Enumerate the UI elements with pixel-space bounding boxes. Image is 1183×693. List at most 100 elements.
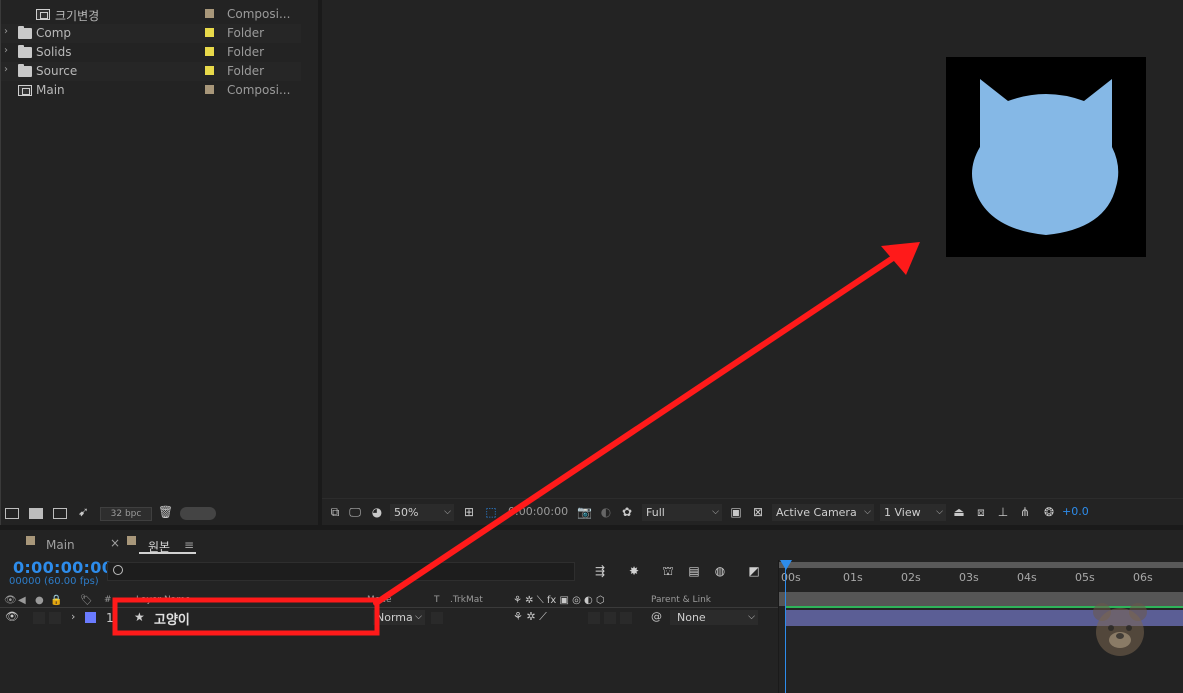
- project-item-3[interactable]: › Solids Folder: [1, 43, 301, 62]
- audio-switch-icon[interactable]: ◀: [18, 595, 26, 606]
- work-area-bar[interactable]: [779, 562, 1183, 568]
- project-item-5[interactable]: Main Composi...: [1, 81, 301, 100]
- project-item-name: Source: [36, 64, 78, 78]
- reset-exposure-icon[interactable]: ❂: [1042, 506, 1056, 518]
- timeline-divider[interactable]: [778, 560, 779, 693]
- frame-blend-switch[interactable]: [588, 612, 600, 624]
- viewer-toolbar: ⧉ 🖵 ◕ 50% ⌵ ⊞ ⬚ 0:00:00:00 📷 ◐ ✿ Full ⌵ ▣ …: [322, 498, 1183, 525]
- new-composition-icon[interactable]: [53, 508, 67, 519]
- project-item-name: Comp: [36, 26, 72, 40]
- label-color-swatch[interactable]: [205, 85, 214, 94]
- exposure-value[interactable]: +0.0: [1062, 505, 1089, 518]
- magnification-value: 50%: [394, 506, 419, 519]
- label-color-swatch[interactable]: [205, 47, 214, 56]
- layer-switches-icons[interactable]: ⚘ ✲ ⟋: [513, 610, 547, 624]
- expand-chevron-icon[interactable]: ›: [4, 26, 8, 37]
- expand-chevron-icon[interactable]: ›: [4, 45, 8, 56]
- label-color-swatch[interactable]: [205, 28, 214, 37]
- mask-visibility-icon[interactable]: ◕: [370, 506, 384, 518]
- lock-switch-icon[interactable]: 🔒: [50, 595, 62, 606]
- label-icon[interactable]: 🏷: [80, 595, 93, 606]
- resolution-dropdown[interactable]: Full ⌵: [642, 504, 722, 521]
- trash-icon[interactable]: 🗑: [158, 505, 173, 519]
- column-layer-name[interactable]: Layer Name: [136, 595, 191, 605]
- draft-3d-icon[interactable]: ✸: [626, 564, 642, 578]
- safe-zones-icon[interactable]: ⊞: [462, 506, 476, 518]
- layer-row[interactable]: 👁 › 1 ★ 고양이 Norma ⌵ ⚘ ✲ ⟋ @ None ⌵: [0, 609, 778, 628]
- parent-value: None: [677, 611, 706, 624]
- transparency-grid-icon[interactable]: ⊠: [751, 506, 765, 518]
- always-preview-icon[interactable]: ⧉: [328, 506, 342, 518]
- timeline-icon[interactable]: ⊥: [996, 506, 1010, 518]
- composition-canvas[interactable]: [946, 57, 1146, 257]
- parent-dropdown[interactable]: None ⌵: [670, 610, 758, 625]
- solo-switch[interactable]: [49, 612, 61, 624]
- bpc-button[interactable]: 32 bpc: [100, 507, 152, 521]
- expand-chevron-icon[interactable]: ›: [4, 64, 8, 75]
- bear-watermark-icon: [1093, 603, 1147, 656]
- magnification-dropdown[interactable]: 50% ⌵: [390, 504, 454, 521]
- layer-name[interactable]: 고양이: [154, 609, 190, 628]
- project-item-type: Composi...: [227, 7, 291, 21]
- thumbnail-slider[interactable]: [180, 507, 216, 520]
- ruler-tick-label: 05s: [1075, 571, 1095, 584]
- adjust-project-settings-icon[interactable]: ➹: [78, 505, 89, 520]
- composition-mini-flowchart-icon[interactable]: ⇶: [592, 564, 608, 578]
- monitor-icon[interactable]: 🖵: [348, 506, 362, 518]
- expand-chevron-icon[interactable]: ›: [71, 610, 75, 623]
- chevron-down-icon: ⌵: [712, 507, 719, 517]
- playhead[interactable]: [785, 560, 786, 693]
- label-color-swatch[interactable]: [205, 9, 214, 18]
- project-panel: 크기변경 Composi... › Comp Folder › Solids Folder › S…: [0, 0, 318, 527]
- tab-main[interactable]: Main: [46, 538, 75, 552]
- toggle-pixel-aspect-icon[interactable]: ⏏: [952, 506, 966, 518]
- composition-icon: [36, 9, 50, 20]
- layer-search-input[interactable]: [107, 562, 575, 581]
- video-switch-icon[interactable]: 👁: [4, 595, 17, 606]
- column-mode[interactable]: Mode: [367, 595, 392, 605]
- layer-column-header: 👁 ◀ ● 🔒 🏷 # Layer Name Mode T .TrkMat ⚘ …: [0, 592, 778, 608]
- audio-switch[interactable]: [33, 612, 45, 624]
- label-color-swatch[interactable]: [205, 66, 214, 75]
- motion-blur-icon[interactable]: ◍: [712, 564, 728, 578]
- viewer-timecode[interactable]: 0:00:00:00: [508, 505, 568, 518]
- close-icon[interactable]: ×: [110, 536, 120, 550]
- blend-mode-dropdown[interactable]: Norma ⌵: [373, 610, 425, 625]
- view-layout-dropdown[interactable]: 1 View ⌵: [880, 504, 946, 521]
- snapshot-icon[interactable]: 📷: [577, 506, 592, 518]
- project-item-1[interactable]: 크기변경 Composi...: [1, 5, 301, 24]
- layer-number: 1: [106, 611, 114, 625]
- layer-label-color[interactable]: [85, 612, 96, 623]
- 3d-layer-switch[interactable]: [620, 612, 632, 624]
- fast-preview-mode-icon[interactable]: ⧈: [974, 506, 988, 518]
- panel-menu-icon[interactable]: ≡: [184, 538, 194, 552]
- frame-blending-icon[interactable]: ▤: [686, 564, 702, 578]
- preserve-transparency-box[interactable]: [431, 612, 443, 624]
- chevron-down-icon: ⌵: [936, 507, 943, 517]
- cat-shape: [972, 79, 1119, 235]
- active-tab-indicator: [139, 552, 196, 554]
- camera-dropdown[interactable]: Active Camera ⌵: [772, 504, 874, 521]
- interpret-footage-icon[interactable]: [5, 508, 19, 519]
- region-of-interest-icon[interactable]: ⬚: [484, 506, 498, 518]
- column-trkmat[interactable]: .TrkMat: [450, 595, 483, 605]
- channel-icon[interactable]: ✿: [620, 506, 634, 518]
- project-item-type: Folder: [227, 45, 265, 59]
- graph-editor-icon[interactable]: ◩: [746, 564, 762, 578]
- fast-previews-icon[interactable]: ▣: [729, 506, 743, 518]
- pick-whip-icon[interactable]: @: [651, 610, 662, 623]
- hide-shy-layers-icon[interactable]: ⛫: [660, 564, 676, 578]
- column-parent[interactable]: Parent & Link: [651, 595, 711, 605]
- solo-switch-icon[interactable]: ●: [35, 595, 44, 606]
- frame-readout: 00000 (60.00 fps): [9, 576, 99, 587]
- project-item-2[interactable]: › Comp Folder: [1, 24, 301, 43]
- show-snapshot-icon[interactable]: ◐: [599, 506, 613, 518]
- flowchart-icon[interactable]: ⋔: [1018, 506, 1032, 518]
- motion-blur-switch[interactable]: [604, 612, 616, 624]
- project-item-4[interactable]: › Source Folder: [1, 62, 301, 81]
- playhead-handle[interactable]: [780, 560, 792, 570]
- current-time-display[interactable]: 0:00:00:00: [13, 558, 113, 577]
- new-folder-icon[interactable]: [29, 508, 43, 519]
- shape-layer-star-icon: ★: [134, 610, 145, 624]
- eye-icon[interactable]: 👁: [5, 610, 19, 623]
